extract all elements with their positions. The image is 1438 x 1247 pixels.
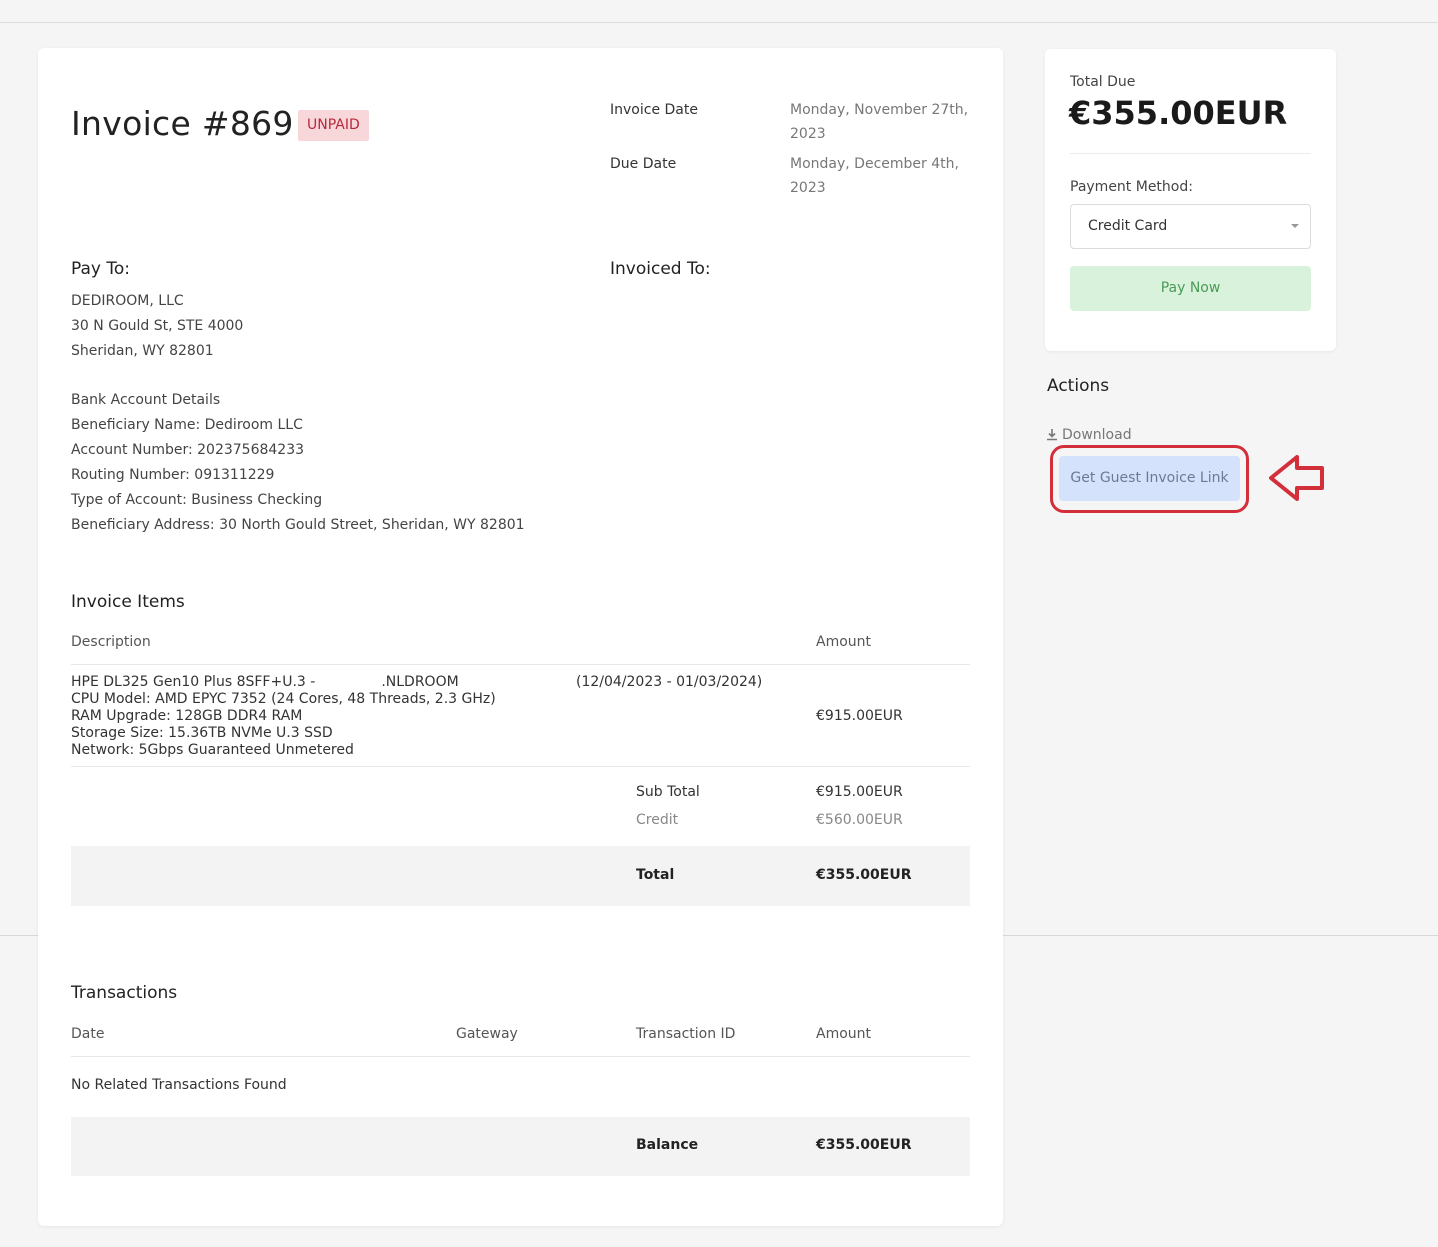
pay-to-heading: Pay To: xyxy=(71,259,130,279)
pay-to-line: 30 N Gould St, STE 4000 xyxy=(71,318,244,334)
item-amount: €915.00EUR xyxy=(816,708,903,724)
invoiced-to-heading: Invoiced To: xyxy=(610,259,711,279)
no-transactions-message: No Related Transactions Found xyxy=(71,1077,287,1093)
item-spec-line: CPU Model: AMD EPYC 7352 (24 Cores, 48 T… xyxy=(71,691,496,707)
col-amount-header: Amount xyxy=(816,634,872,650)
table-divider xyxy=(71,664,970,665)
balance-value: €355.00EUR xyxy=(816,1137,912,1153)
card-divider xyxy=(1070,153,1311,154)
col-gateway-header: Gateway xyxy=(456,1026,518,1042)
subtotal-label: Sub Total xyxy=(636,784,700,800)
item-spec-line: Network: 5Gbps Guaranteed Unmetered xyxy=(71,742,354,758)
credit-label: Credit xyxy=(636,812,679,828)
col-tx-amount-header: Amount xyxy=(816,1026,872,1042)
invoice-date-value: Monday, November 27th, 2023 xyxy=(790,102,969,142)
credit-value: €560.00EUR xyxy=(816,812,903,828)
payment-method-label: Payment Method: xyxy=(1070,179,1193,195)
invoice-date-label: Invoice Date xyxy=(610,102,698,118)
bank-detail-line: Routing Number: 091311229 xyxy=(71,467,275,483)
bank-detail-line: Beneficiary Address: 30 North Gould Stre… xyxy=(71,517,525,533)
pay-to-line: DEDIROOM, LLC xyxy=(71,293,184,309)
left-arrow-icon xyxy=(1269,455,1324,501)
subtotal-value: €915.00EUR xyxy=(816,784,903,800)
due-date-value: Monday, December 4th, 2023 xyxy=(790,156,959,196)
balance-label: Balance xyxy=(636,1137,699,1153)
transactions-heading: Transactions xyxy=(71,983,178,1003)
chevron-down-icon xyxy=(1291,224,1299,228)
item-desc-start: HPE DL325 Gen10 Plus 8SFF+U.3 - xyxy=(71,674,316,690)
total-due-label: Total Due xyxy=(1070,74,1136,90)
invoice-items-heading: Invoice Items xyxy=(71,592,185,612)
item-description: HPE DL325 Gen10 Plus 8SFF+U.3 - .NLDROOM … xyxy=(71,674,496,759)
status-badge: UNPAID xyxy=(298,110,369,141)
invoice-title: Invoice #869 xyxy=(71,104,294,143)
download-icon xyxy=(1047,429,1057,441)
item-spec-line: Storage Size: 15.36TB NVMe U.3 SSD xyxy=(71,725,333,741)
payment-method-value: Credit Card xyxy=(1088,218,1168,234)
pay-to-line: Sheridan, WY 82801 xyxy=(71,343,214,359)
item-spec-line: RAM Upgrade: 128GB DDR4 RAM xyxy=(71,708,303,724)
highlight-annotation-box xyxy=(1050,445,1249,513)
item-period: (12/04/2023 - 01/03/2024) xyxy=(576,674,763,690)
total-due-amount: €355.00EUR xyxy=(1069,94,1288,132)
bank-detail-line: Type of Account: Business Checking xyxy=(71,492,323,508)
table-divider xyxy=(71,766,970,767)
bank-detail-line: Bank Account Details xyxy=(71,392,221,408)
pay-now-button[interactable]: Pay Now xyxy=(1070,266,1311,311)
download-label: Download xyxy=(1062,427,1132,443)
payment-method-select[interactable]: Credit Card xyxy=(1070,204,1311,249)
table-divider xyxy=(71,1056,970,1057)
top-divider xyxy=(0,22,1438,23)
col-date-header: Date xyxy=(71,1026,105,1042)
due-date-label: Due Date xyxy=(610,156,677,172)
col-description-header: Description xyxy=(71,634,151,650)
bank-detail-line: Beneficiary Name: Dediroom LLC xyxy=(71,417,303,433)
col-transaction-id-header: Transaction ID xyxy=(636,1026,736,1042)
total-label: Total xyxy=(636,867,675,883)
bank-detail-line: Account Number: 202375684233 xyxy=(71,442,305,458)
actions-heading: Actions xyxy=(1047,376,1110,396)
item-desc-end: .NLDROOM xyxy=(381,674,459,690)
download-link[interactable]: Download xyxy=(1046,427,1132,443)
total-value: €355.00EUR xyxy=(816,867,912,883)
